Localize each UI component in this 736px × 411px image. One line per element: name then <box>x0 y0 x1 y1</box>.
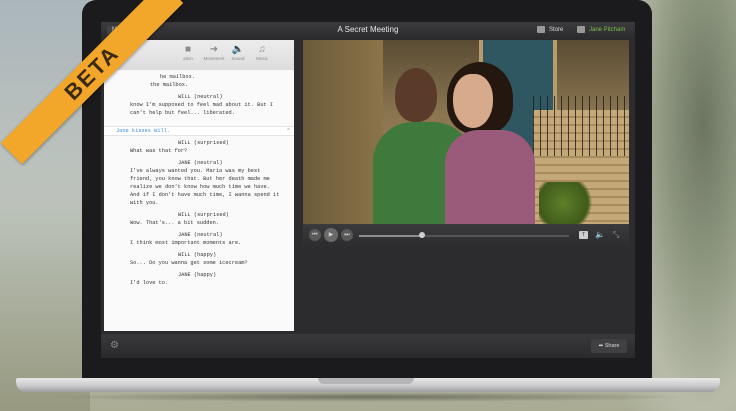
captions-button[interactable]: T <box>579 231 588 239</box>
app-screen: Movies A Secret Meeting Store Jane Pitch… <box>101 22 635 358</box>
script-line: can't help but feel... liberated. <box>130 110 235 116</box>
progress-fill <box>359 235 422 237</box>
jane-face <box>453 74 493 128</box>
user-name: Jane Pitcham <box>589 26 626 33</box>
script-line: Wow. That's... a bit sudden. <box>130 220 220 226</box>
animation-icon: ■ <box>184 44 192 55</box>
share-button[interactable]: ➦ Share <box>591 339 627 353</box>
progress-handle[interactable] <box>419 232 425 238</box>
character-name: WILL (neutral) <box>178 94 223 100</box>
tool-animation[interactable]: ■ ation <box>174 44 202 61</box>
jane-body <box>445 130 535 224</box>
script-line: friend, you know that. But her death mad… <box>130 176 270 182</box>
railing <box>533 96 629 156</box>
skip-forward-icon[interactable]: ⏭ <box>341 229 353 241</box>
store-button[interactable]: Store <box>537 26 563 33</box>
script-line: What was that for? <box>130 148 188 154</box>
tool-label: ation <box>183 56 193 61</box>
script-editor[interactable]: he mailbox. the mailbox. WILL (neutral) … <box>104 70 294 331</box>
tool-label: Sound <box>231 56 245 61</box>
action-text: Jane kisses Will. <box>116 128 171 134</box>
skip-back-icon[interactable]: ⏮ <box>309 229 321 241</box>
laptop-shadow <box>40 392 696 402</box>
tool-label: Music <box>256 56 268 61</box>
cart-icon <box>537 26 545 33</box>
title-bar: Movies A Secret Meeting Store Jane Pitch… <box>101 22 635 40</box>
gear-icon[interactable]: ⚙ <box>110 340 119 351</box>
script-line: know I'm supposed to feel mad about it. … <box>130 102 274 108</box>
store-label: Store <box>549 26 564 33</box>
music-note-icon: ♫ <box>258 44 266 55</box>
video-preview[interactable] <box>303 40 629 224</box>
share-icon: ➦ <box>598 343 604 349</box>
fullscreen-icon[interactable]: ⤡ <box>613 230 619 240</box>
character-name: JANE (neutral) <box>178 160 223 166</box>
script-line: I'd love to. <box>130 280 169 286</box>
script-line: with you. <box>130 200 159 206</box>
character-name: WILL (happy) <box>178 252 217 258</box>
progress-track[interactable] <box>359 235 569 237</box>
volume-icon[interactable]: 🔈 <box>595 230 605 239</box>
character-jane <box>435 62 535 224</box>
selected-action-line[interactable]: Jane kisses Will. × <box>104 126 294 136</box>
user-menu[interactable]: Jane Pitcham <box>577 26 625 33</box>
script-panel: ■ ation ➜ Movement 🔈 Sound ♫ Music he ma… <box>104 40 294 331</box>
close-icon[interactable]: × <box>287 127 290 133</box>
tool-label: Movement <box>203 56 225 61</box>
script-line: realize we don't know how much time we h… <box>130 184 270 190</box>
character-name: JANE (happy) <box>178 272 217 278</box>
tool-music[interactable]: ♫ Music <box>248 44 276 61</box>
play-icon[interactable]: ▶ <box>324 228 338 242</box>
script-line: he mailbox. <box>160 74 195 80</box>
background-left <box>0 0 90 411</box>
script-line: I think most important moments are. <box>130 240 242 246</box>
will-head <box>395 68 437 122</box>
plants <box>539 182 599 224</box>
share-label: Share <box>604 343 620 349</box>
player-controls: ⏮ ▶ ⏭ T 🔈 ⤡ <box>303 224 629 248</box>
character-name: WILL (surprised) <box>178 212 229 218</box>
character-name: JANE (neutral) <box>178 232 223 238</box>
building-left <box>303 40 383 224</box>
laptop-notch <box>318 378 414 384</box>
character-name: WILL (surprised) <box>178 140 229 146</box>
script-line: So... Do you wanna get some icecream? <box>130 260 248 266</box>
bottom-bar: ⚙ ➦ Share <box>101 334 635 358</box>
script-line: I've always wanted you. Maria was my bes… <box>130 168 261 174</box>
user-icon <box>577 26 585 33</box>
script-line: the mailbox. <box>150 82 189 88</box>
script-line: And if I don't have much time, I wanna s… <box>130 192 280 198</box>
